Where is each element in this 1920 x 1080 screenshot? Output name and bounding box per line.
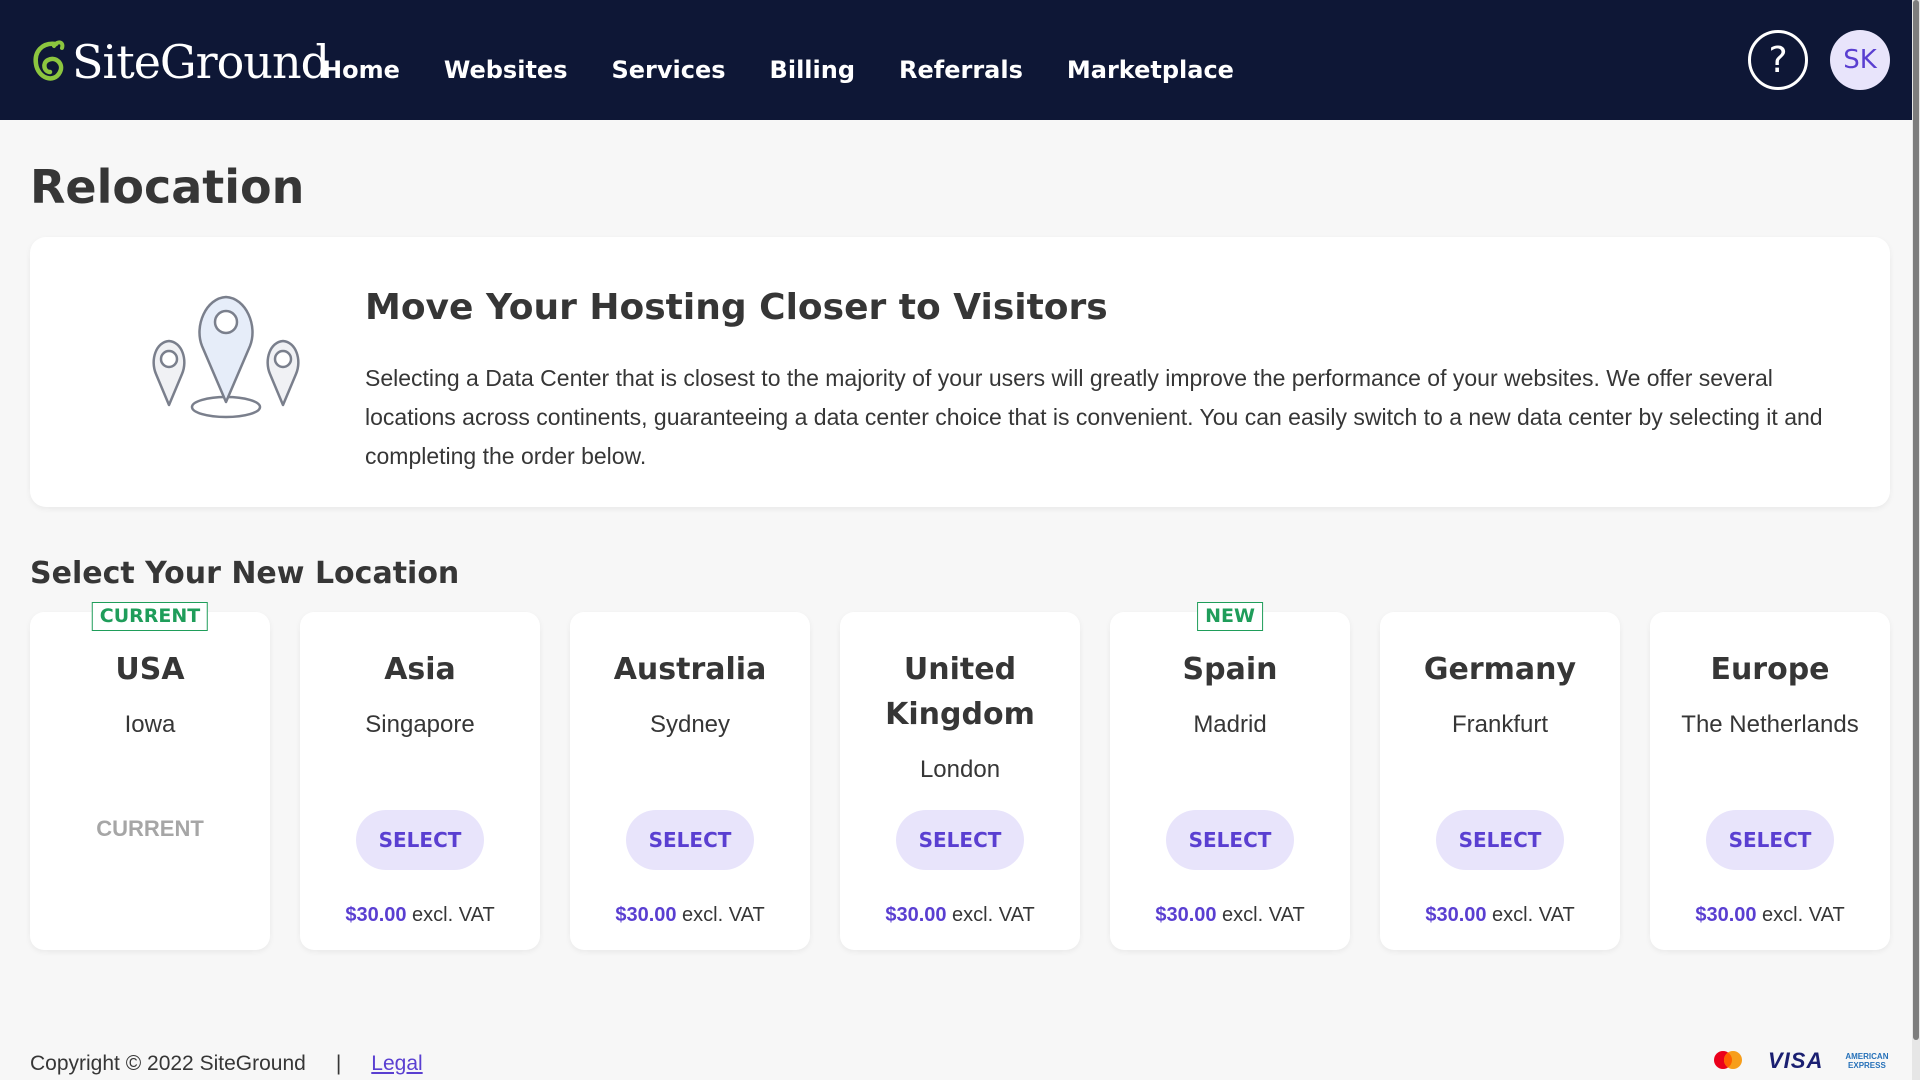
visa-icon: VISA [1768, 1048, 1824, 1073]
location-cards: CURRENT USA Iowa CURRENT Asia Singapore … [30, 602, 1890, 950]
location-name: Asia [384, 652, 456, 687]
location-name: United Kingdom [885, 652, 1035, 732]
nav-home[interactable]: Home [322, 56, 400, 84]
location-card-usa: CURRENT USA Iowa CURRENT [30, 602, 270, 950]
select-germany-button[interactable]: SELECT [1436, 810, 1564, 870]
location-card-united-kingdom: United Kingdom London SELECT $30.00 excl… [840, 612, 1080, 950]
nav-marketplace[interactable]: Marketplace [1067, 56, 1234, 84]
select-asia-button[interactable]: SELECT [356, 810, 484, 870]
price-suffix: excl. VAT [1756, 904, 1845, 926]
location-price: $30.00 excl. VAT [840, 904, 1080, 927]
location-price: $30.00 excl. VAT [1650, 904, 1890, 927]
price-suffix: excl. VAT [1486, 904, 1575, 926]
location-price: $30.00 excl. VAT [300, 904, 540, 927]
page-footer: Copyright © 2022 SiteGround | Legal [30, 1052, 423, 1076]
location-card-australia: Australia Sydney SELECT $30.00 excl. VAT [570, 612, 810, 950]
location-card-germany: Germany Frankfurt SELECT $30.00 excl. VA… [1380, 612, 1620, 950]
location-name: Germany [1423, 652, 1577, 687]
price-suffix: excl. VAT [406, 904, 495, 926]
location-price: $30.00 excl. VAT [1380, 904, 1620, 927]
location-name: USA [115, 652, 185, 687]
location-name: Spain [1182, 652, 1278, 687]
american-express-icon: AMERICAN EXPRESS [1845, 1052, 1888, 1070]
location-price: $30.00 excl. VAT [1110, 904, 1350, 927]
select-europe-button[interactable]: SELECT [1706, 810, 1834, 870]
location-city: Iowa [124, 711, 176, 738]
question-circle-icon: ? [1768, 39, 1788, 81]
top-navigation-bar: SiteGround Home Websites Services Billin… [0, 0, 1920, 120]
new-badge: NEW [1197, 602, 1263, 631]
info-card-description: Selecting a Data Center that is closest … [365, 365, 1823, 469]
location-city: Frankfurt [1451, 711, 1549, 738]
price-amount: $30.00 [1155, 904, 1217, 926]
price-amount: $30.00 [885, 904, 947, 926]
price-amount: $30.00 [345, 904, 407, 926]
location-city: Sydney [649, 711, 731, 738]
amex-label-bottom: EXPRESS [1848, 1061, 1886, 1070]
footer-separator: | [335, 1052, 342, 1075]
map-pins-icon [152, 295, 300, 419]
page-scrollbar-thumb[interactable] [1913, 0, 1919, 1040]
price-suffix: excl. VAT [676, 904, 765, 926]
payment-icons: VISA AMERICAN EXPRESS [1710, 1048, 1888, 1074]
siteground-logo-icon [33, 40, 65, 81]
help-button[interactable]: ? [1748, 30, 1808, 90]
location-city: The Netherlands [1681, 711, 1859, 738]
locations-section-title: Select Your New Location [30, 556, 460, 591]
legal-link[interactable]: Legal [371, 1052, 422, 1076]
location-price: $30.00 excl. VAT [570, 904, 810, 927]
main-nav: Home Websites Services Billing Referrals… [322, 56, 1278, 84]
mastercard-icon [1714, 1051, 1742, 1069]
location-name: Australia [613, 652, 767, 687]
location-name: Europe [1710, 652, 1830, 687]
nav-websites[interactable]: Websites [444, 56, 568, 84]
logo-text: SiteGround [72, 35, 330, 89]
page-title: Relocation [30, 160, 305, 214]
nav-services[interactable]: Services [611, 56, 725, 84]
user-avatar[interactable]: SK [1830, 30, 1890, 90]
price-amount: $30.00 [1695, 904, 1757, 926]
amex-label-top: AMERICAN [1845, 1052, 1889, 1061]
current-badge: CURRENT [91, 602, 209, 631]
relocation-info-card: Move Your Hosting Closer to Visitors Sel… [30, 237, 1890, 507]
siteground-logo[interactable]: SiteGround [28, 34, 330, 90]
copyright-text: Copyright © 2022 SiteGround [30, 1052, 306, 1075]
location-card-europe: Europe The Netherlands SELECT $30.00 exc… [1650, 612, 1890, 950]
location-city: London [919, 756, 1001, 783]
nav-billing[interactable]: Billing [770, 56, 855, 84]
price-suffix: excl. VAT [946, 904, 1035, 926]
select-australia-button[interactable]: SELECT [626, 810, 754, 870]
select-spain-button[interactable]: SELECT [1166, 810, 1294, 870]
price-amount: $30.00 [615, 904, 677, 926]
location-city: Madrid [1193, 711, 1267, 738]
select-united-kingdom-button[interactable]: SELECT [896, 810, 1024, 870]
location-city: Singapore [365, 711, 475, 738]
price-suffix: excl. VAT [1216, 904, 1305, 926]
nav-referrals[interactable]: Referrals [899, 56, 1023, 84]
price-amount: $30.00 [1425, 904, 1487, 926]
location-card-spain: NEW Spain Madrid SELECT $30.00 excl. VAT [1110, 602, 1350, 950]
current-status-text: CURRENT [96, 816, 204, 841]
info-card-title: Move Your Hosting Closer to Visitors [365, 287, 1108, 328]
location-card-asia: Asia Singapore SELECT $30.00 excl. VAT [300, 612, 540, 950]
